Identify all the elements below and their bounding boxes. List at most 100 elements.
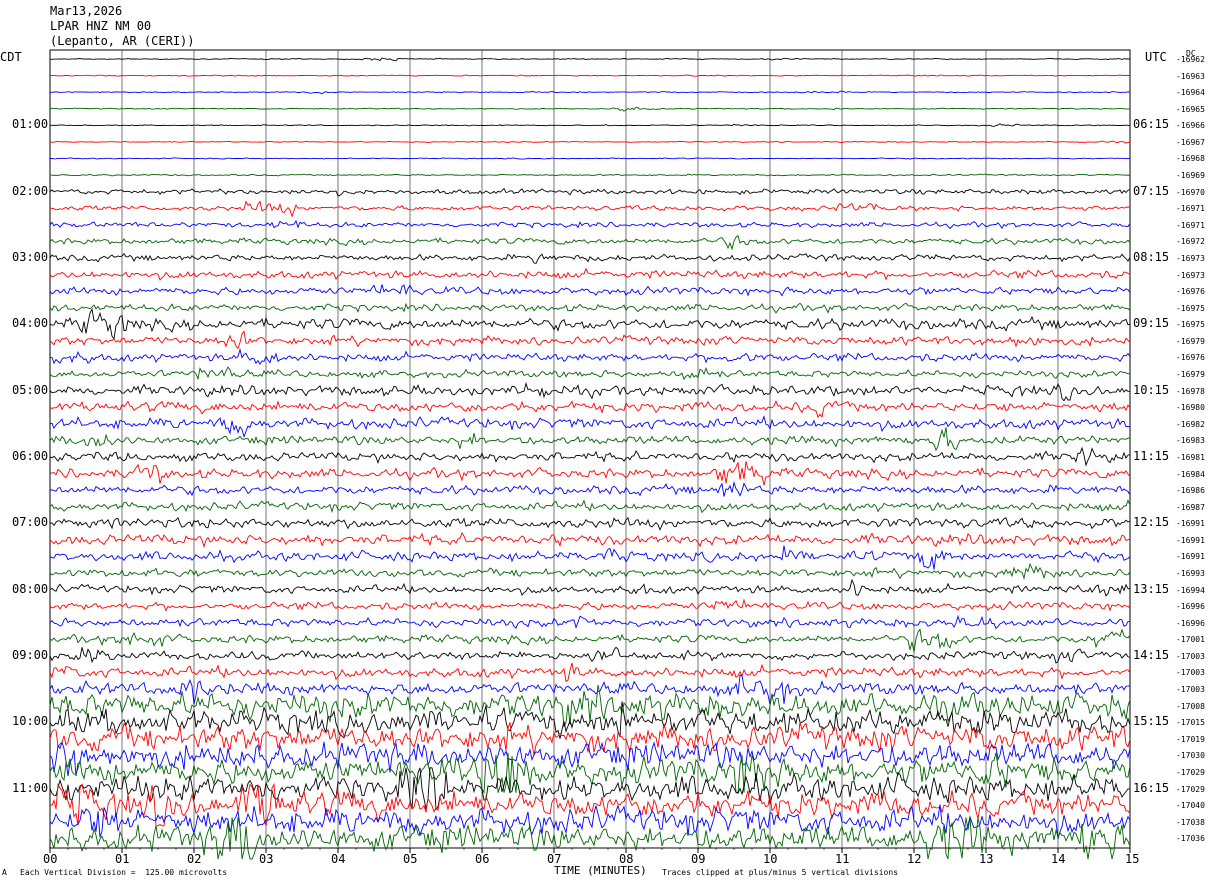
trace-30 (49, 545, 1131, 570)
x-tick-label: 09 (691, 852, 706, 866)
trace-3 (49, 106, 1131, 112)
corner-mark: A (2, 868, 7, 877)
left-time-label: 04:00 (12, 316, 49, 331)
trace-21 (49, 400, 1131, 419)
right-time-label: 11:15 (1133, 448, 1170, 463)
dc-offset-label: -16991 (1176, 552, 1205, 562)
x-tick-label: 02 (187, 852, 202, 866)
trace-12 (49, 252, 1131, 265)
dc-offset-label: -17003 (1176, 668, 1205, 678)
trace-9 (49, 200, 1131, 218)
right-time-label: 14:15 (1133, 647, 1170, 662)
dc-offset-label: -16983 (1176, 436, 1205, 446)
dc-offset-label: -16978 (1176, 386, 1205, 396)
trace-29 (49, 531, 1131, 549)
left-time-label: 05:00 (12, 382, 49, 397)
left-time-label: 06:00 (12, 448, 49, 463)
trace-4 (50, 123, 1130, 127)
dc-offset-label: -16979 (1176, 370, 1205, 380)
x-tick-label: 13 (979, 852, 994, 866)
trace-23 (49, 427, 1131, 452)
trace-34 (49, 614, 1131, 630)
right-time-label: 15:15 (1133, 714, 1170, 729)
clip-note: Traces clipped at plus/minus 5 vertical … (662, 868, 899, 877)
right-time-label: 10:15 (1133, 382, 1170, 397)
trace-6 (50, 157, 1131, 160)
left-time-label: 03:00 (12, 249, 49, 264)
trace-41 (49, 721, 1131, 756)
trace-20 (49, 381, 1131, 402)
dc-offset-label: -16984 (1176, 469, 1205, 479)
dc-offset-label: -16986 (1176, 486, 1205, 496)
trace-8 (49, 187, 1131, 197)
trace-37 (49, 662, 1131, 683)
dc-offset-label: -16970 (1176, 187, 1205, 197)
trace-31 (49, 562, 1131, 581)
dc-offset-label: -16976 (1176, 287, 1205, 297)
trace-36 (49, 646, 1131, 664)
trace-27 (49, 499, 1131, 514)
trace-17 (49, 330, 1131, 350)
plot-frame (49, 49, 1131, 849)
dc-offset-label: -16987 (1176, 502, 1205, 512)
dc-offset-label: -16964 (1176, 88, 1205, 98)
x-tick-label: 05 (403, 852, 418, 866)
helicorder-plot (49, 49, 1131, 860)
dc-offset-label: -17015 (1176, 718, 1205, 728)
dc-offset-label: -16980 (1176, 403, 1205, 413)
dc-offset-label: -16979 (1176, 336, 1205, 346)
x-tick-label: 00 (43, 852, 58, 866)
trace-25 (49, 461, 1131, 486)
trace-10 (49, 219, 1131, 230)
dc-offset-label: -17040 (1176, 801, 1205, 811)
dc-offset-label: -17003 (1176, 685, 1205, 695)
x-tick-label: 06 (475, 852, 490, 866)
dc-offset-label: -17008 (1176, 701, 1205, 711)
dc-offset-label: -16975 (1176, 303, 1205, 313)
dc-offset-label: -16991 (1176, 535, 1205, 545)
scale-note: Each Vertical Division = 125.00 microvol… (20, 868, 228, 877)
dc-offset-label: -16962 (1176, 55, 1205, 64)
left-time-label: 10:00 (12, 714, 49, 729)
dc-offset-label: -16991 (1176, 519, 1205, 529)
trace-7 (50, 173, 1131, 177)
dc-offset-label: -16968 (1176, 154, 1205, 164)
dc-offset-label: -16994 (1176, 585, 1205, 595)
right-time-label: 09:15 (1133, 316, 1170, 331)
dc-offset-label: -16973 (1176, 253, 1205, 263)
dc-offset-label: -16971 (1176, 220, 1205, 230)
right-time-label: 07:15 (1133, 183, 1170, 198)
dc-offset-label: -16967 (1176, 137, 1205, 147)
right-time-label: 13:15 (1133, 581, 1170, 596)
dc-offset-label: -17029 (1176, 784, 1205, 794)
dc-offset-label: -17036 (1176, 834, 1205, 844)
dc-offset-label: -16963 (1176, 71, 1205, 81)
x-tick-label: 01 (115, 852, 130, 866)
dc-offset-label: -16965 (1176, 104, 1205, 114)
trace-24 (49, 446, 1131, 467)
trace-35 (49, 628, 1131, 653)
trace-11 (49, 234, 1131, 251)
trace-15 (49, 302, 1131, 314)
trace-45 (49, 782, 1131, 827)
dc-offset-label: -17029 (1176, 767, 1205, 777)
right-time-label: 16:15 (1133, 780, 1170, 795)
x-tick-label: 11 (835, 852, 850, 866)
dc-offset-label: -16981 (1176, 452, 1205, 462)
trace-38 (49, 674, 1131, 705)
right-time-label: 12:15 (1133, 515, 1170, 530)
left-time-label: 08:00 (12, 581, 49, 596)
trace-group (49, 57, 1131, 860)
right-time-label: 08:15 (1133, 249, 1170, 264)
trace-16 (49, 307, 1131, 341)
dc-offset-label: -17003 (1176, 651, 1205, 661)
trace-33 (49, 598, 1131, 612)
left-time-label: 09:00 (12, 647, 49, 662)
x-tick-label: 12 (907, 852, 922, 866)
dc-offset-label: -16971 (1176, 204, 1205, 214)
x-tick-label: 15 (1125, 852, 1140, 866)
dc-offset-label: -17001 (1176, 635, 1205, 645)
dc-offset-label: -16993 (1176, 568, 1205, 578)
left-time-label: 01:00 (12, 117, 49, 132)
x-tick-label: 04 (331, 852, 346, 866)
